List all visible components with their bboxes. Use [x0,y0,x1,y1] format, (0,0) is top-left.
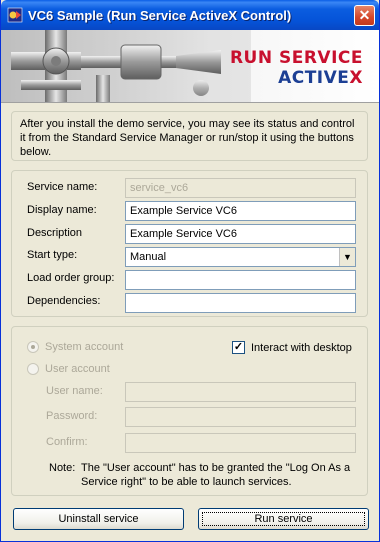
service-name-field: service_vc6 [125,178,356,198]
load-order-group-label: Load order group: [27,272,115,284]
description-label: Description [27,227,83,239]
brand-title-x: X [349,68,363,88]
system-account-radio[interactable]: System account [27,341,123,353]
uninstall-service-button[interactable]: Uninstall service [13,508,184,530]
focus-rect [202,512,365,526]
password-label: Password: [46,410,98,422]
load-order-group-field[interactable] [125,270,356,290]
confirm-label: Confirm: [46,436,88,448]
check-icon[interactable]: ✓ [232,341,245,354]
run-service-button[interactable]: Run service [198,508,369,530]
main-window: VC6 Sample (Run Service ActiveX Control)… [0,0,380,542]
password-field [125,407,356,427]
user-account-label: User account [45,363,110,375]
start-type-value: Manual [130,251,167,263]
brand-title-line2: ACTIVEX [278,68,363,88]
brand-title-active: ACTIVE [278,68,350,88]
start-type-label: Start type: [27,249,78,261]
app-icon [7,7,23,23]
system-account-label: System account [45,341,124,353]
display-name-field[interactable]: Example Service VC6 [125,201,356,221]
banner: RUN SERVICE ACTIVEX [1,30,379,103]
intro-text: After you install the demo service, you … [20,118,355,158]
uninstall-service-label: Uninstall service [58,513,139,525]
user-name-field [125,382,356,402]
interact-desktop-label: Interact with desktop [251,341,352,354]
note-prefix: Note: [49,462,76,474]
confirm-field [125,433,356,453]
intro-panel: After you install the demo service, you … [11,111,368,161]
description-field[interactable]: Example Service VC6 [125,224,356,244]
radio-indicator[interactable] [27,363,39,375]
user-name-label: User name: [46,385,103,397]
start-type-select[interactable]: Manual ▼ [125,247,356,267]
banner-machinery-image [1,30,251,102]
dependencies-field[interactable] [125,293,356,313]
dependencies-label: Dependencies: [27,295,101,307]
close-button[interactable]: ✕ [354,5,375,26]
service-settings-group: Service name: service_vc6 Display name: … [11,170,368,317]
account-settings-group: System account ✓ Interact with desktop U… [11,326,368,496]
interact-desktop-checkbox[interactable]: ✓ Interact with desktop [232,341,352,354]
radio-indicator[interactable] [27,341,39,353]
window-title: VC6 Sample (Run Service ActiveX Control) [28,8,292,23]
display-name-label: Display name: [27,204,97,216]
user-account-radio[interactable]: User account [27,363,110,375]
close-icon: ✕ [358,7,371,23]
service-name-label: Service name: [27,181,98,193]
title-bar[interactable]: VC6 Sample (Run Service ActiveX Control)… [1,0,379,30]
chevron-down-icon[interactable]: ▼ [339,248,355,266]
note-text: The "User account" has to be granted the… [81,462,351,488]
brand-title-line1: RUN SERVICE [229,48,363,68]
